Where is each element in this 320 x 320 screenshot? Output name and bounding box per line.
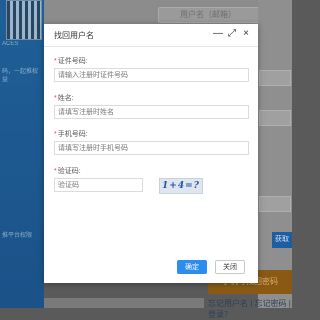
required-marker: * — [54, 58, 57, 65]
maximize-icon[interactable]: ⤢ — [226, 28, 238, 40]
captcha-image[interactable]: 1+4=? — [159, 178, 203, 194]
required-marker: * — [54, 131, 57, 138]
required-marker: * — [54, 95, 57, 102]
dialog-title: 找回用户名 — [54, 31, 94, 40]
captcha-label: *验证码: — [54, 168, 81, 175]
login-field[interactable] — [259, 110, 291, 126]
find-username-dialog: 找回用户名 — ⤢ × *证件号码: *姓名: *手机号码: *验证码: 1+4… — [44, 24, 258, 283]
close-icon[interactable]: × — [240, 28, 252, 40]
qr-code-image — [6, 0, 42, 40]
login-captcha-field[interactable] — [259, 196, 291, 212]
confirm-button[interactable]: 确定 — [177, 260, 207, 274]
captcha-input[interactable] — [54, 178, 143, 192]
name-input[interactable] — [54, 105, 249, 119]
footer-bar — [44, 298, 204, 308]
name-label: *姓名: — [54, 95, 74, 102]
login-username-placeholder: 用户名（邮箱） — [180, 10, 236, 19]
login-password-field[interactable] — [259, 70, 291, 86]
minimize-icon[interactable]: — — [212, 28, 224, 40]
promo-brand-text: ACES — [2, 41, 19, 47]
left-promo-panel: ACES 码，一起推权益 推平台权限 — [0, 0, 44, 308]
forgot-links[interactable]: 忘记用户名 | 忘记密码 | 登录？ — [208, 298, 292, 320]
id-number-label: *证件号码: — [54, 58, 88, 65]
required-marker: * — [54, 168, 57, 175]
get-code-button[interactable]: 获取 — [272, 232, 292, 248]
id-number-input[interactable] — [54, 68, 249, 82]
login-panel-edge — [258, 0, 292, 308]
dialog-titlebar[interactable]: 找回用户名 — ⤢ × — [44, 24, 258, 47]
close-button[interactable]: 关闭 — [215, 260, 245, 274]
phone-input[interactable] — [54, 141, 249, 155]
phone-label: *手机号码: — [54, 131, 88, 138]
promo-text: 码，一起推权益 — [2, 69, 39, 83]
promo-text-lower: 推平台权限 — [2, 233, 33, 239]
